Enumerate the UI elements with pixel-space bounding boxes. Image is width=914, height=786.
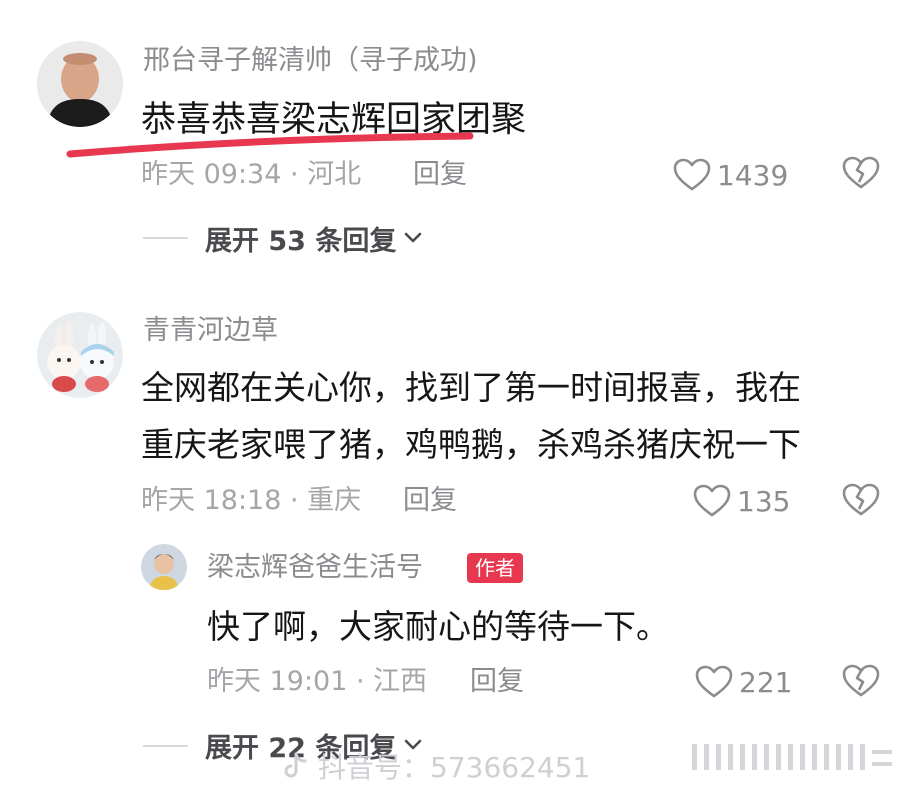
reply-button[interactable]: 回复	[413, 158, 467, 192]
like-button[interactable]: 135	[693, 481, 790, 521]
heart-icon	[695, 665, 733, 698]
expand-replies-button[interactable]: 展开 53 条回复	[205, 220, 424, 257]
watermark-text: 抖音号：573662451	[318, 751, 591, 784]
avatar[interactable]	[37, 312, 123, 398]
dislike-button[interactable]	[842, 664, 880, 702]
tiktok-logo-icon	[284, 752, 307, 778]
avatar-child	[141, 544, 187, 590]
expand-divider	[143, 745, 188, 747]
avatar-photo	[37, 41, 123, 127]
heart-icon	[693, 484, 731, 517]
like-button[interactable]: 1439	[673, 155, 788, 195]
comment-time-location: 昨天 18:18 · 重庆	[141, 485, 362, 516]
reply-button[interactable]: 回复	[403, 484, 457, 518]
comment-text: 重庆老家喂了猪，鸡鸭鹅，杀鸡杀猪庆祝一下	[141, 425, 801, 464]
watermark: 抖音号：573662451	[282, 748, 590, 784]
heart-icon	[673, 158, 711, 191]
author-badge: 作者	[467, 553, 523, 583]
weibo-bars-icon	[692, 744, 892, 770]
avatar[interactable]	[37, 41, 123, 127]
avatar[interactable]	[141, 544, 187, 590]
reply-text: 快了啊，大家耐心的等待一下。	[207, 607, 669, 646]
dislike-button[interactable]	[842, 156, 880, 194]
reply-author[interactable]: 梁志辉爸爸生活号	[207, 551, 423, 585]
like-count: 1439	[717, 158, 789, 192]
like-count: 135	[737, 484, 791, 518]
broken-heart-icon	[842, 483, 880, 516]
comment-time-location: 昨天 09:34 · 河北	[141, 159, 362, 190]
reply-time-location: 昨天 19:01 · 江西	[207, 666, 428, 697]
avatar-bunnies	[37, 312, 123, 398]
chevron-down-icon	[405, 232, 422, 243]
reply-button[interactable]: 回复	[470, 665, 524, 699]
broken-heart-icon	[842, 156, 880, 189]
comment-author[interactable]: 邢台寻子解清帅（寻子成功)	[143, 44, 478, 78]
comment-text: 全网都在关心你，找到了第一时间报喜，我在	[141, 368, 801, 407]
like-button[interactable]: 221	[695, 662, 792, 702]
expand-replies-label: 展开 53 条回复	[205, 225, 397, 257]
like-count: 221	[739, 665, 793, 699]
expand-divider	[143, 237, 188, 239]
broken-heart-icon	[842, 664, 880, 697]
comment-author[interactable]: 青青河边草	[143, 314, 278, 348]
dislike-button[interactable]	[842, 483, 880, 521]
